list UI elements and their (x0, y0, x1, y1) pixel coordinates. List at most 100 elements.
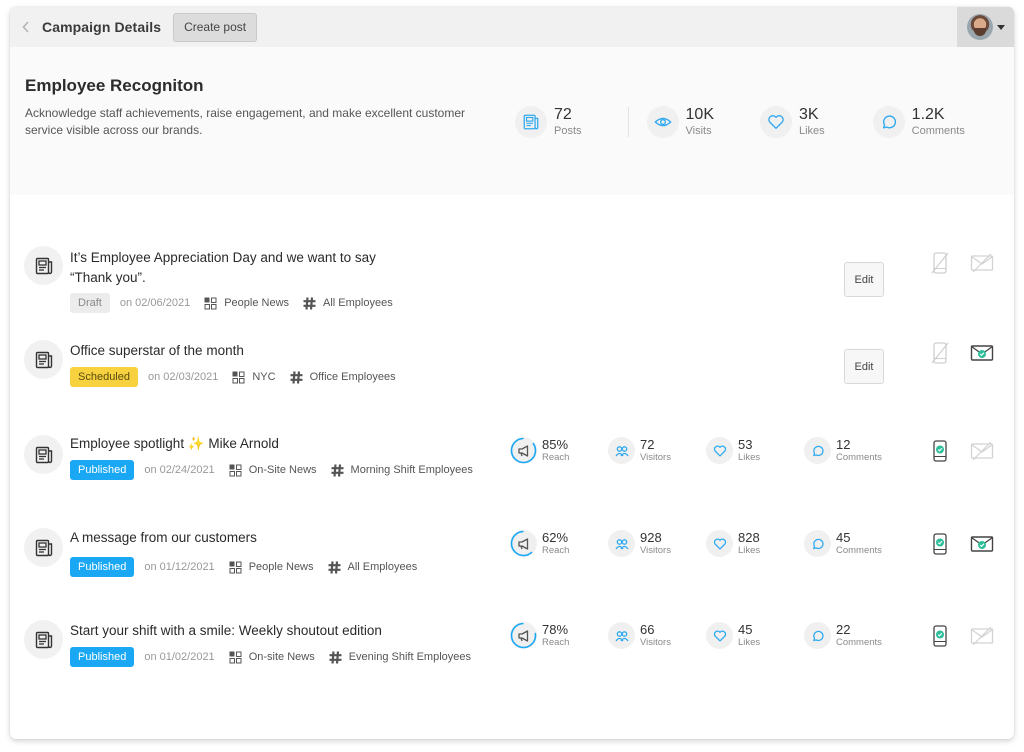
mobile-sent-icon[interactable] (928, 439, 952, 463)
post-audience: Evening Shift Employees (348, 651, 472, 663)
post-audience: Office Employees (309, 371, 396, 383)
status-badge: Published (70, 557, 135, 577)
reach-label: Reach (542, 637, 570, 648)
post-category: People News (224, 297, 290, 309)
post-metrics: 62% Reach 928 Visitors 828 Likes 45 Comments (510, 530, 902, 557)
visitors-label: Visitors (640, 545, 671, 556)
visitors-icon (614, 629, 629, 643)
comments-value: 22 (836, 622, 851, 637)
post-meta: Published on 01/12/2021 People News All … (70, 557, 417, 577)
visitors-value: 928 (640, 530, 662, 545)
visitors-label: Visitors (640, 637, 671, 648)
newspaper-icon (34, 256, 54, 276)
post-title[interactable]: Office superstar of the month (70, 341, 244, 361)
likes-label: Likes (738, 452, 761, 463)
reach-label: Reach (542, 545, 570, 556)
comments-value: 45 (836, 530, 851, 545)
campaign-description: Acknowledge staff achievements, raise en… (25, 106, 466, 137)
mobile-disabled-icon[interactable] (928, 251, 952, 275)
mobile-sent-icon[interactable] (928, 532, 952, 556)
create-post-button[interactable]: Create post (173, 12, 258, 42)
post-metrics: 78% Reach 66 Visitors 45 Likes 22 Comments (510, 622, 902, 649)
comments-label: Comments (836, 545, 882, 556)
caret-down-icon (996, 24, 1005, 30)
status-badge: Published (70, 460, 135, 480)
stat-label: Comments (911, 125, 965, 137)
campaign-header: Employee Recogniton Acknowledge staff ac… (10, 47, 1014, 195)
profile-menu[interactable] (957, 7, 1014, 47)
metric-comments: 22 Comments (804, 622, 902, 649)
stat-value: 1.2K (911, 106, 945, 123)
metric-comments: 12 Comments (804, 437, 902, 464)
likes-value: 45 (738, 622, 753, 637)
status-badge: Draft (70, 293, 110, 313)
email-sent-icon[interactable] (970, 532, 994, 556)
comment-icon (811, 537, 825, 551)
email-disabled-icon[interactable] (970, 624, 994, 648)
metric-likes: 53 Likes (706, 437, 804, 464)
mobile-sent-icon[interactable] (928, 624, 952, 648)
post-category: NYC (252, 371, 276, 383)
reach-value: 78% (542, 622, 569, 637)
post-title[interactable]: A message from our customers (70, 528, 257, 548)
post-category: On-Site News (248, 464, 317, 476)
visitors-value: 72 (640, 437, 655, 452)
heart-icon (713, 444, 727, 458)
edit-button[interactable]: Edit (844, 262, 884, 297)
newspaper-icon (523, 114, 539, 130)
stat-label: Likes (798, 125, 825, 137)
reach-value: 62% (542, 530, 569, 545)
post-date: on 01/02/2021 (144, 651, 215, 663)
metric-visitors: 66 Visitors (608, 622, 706, 649)
post-date: on 02/24/2021 (144, 464, 215, 476)
campaign-title: Employee Recogniton (25, 76, 204, 95)
hashtag-icon (328, 560, 341, 574)
metric-visitors: 928 Visitors (608, 530, 706, 557)
reach-progress-ring (510, 437, 537, 464)
post-date: on 01/12/2021 (144, 561, 215, 573)
post-title[interactable]: Employee spotlight ✨ Mike Arnold (70, 434, 279, 454)
stat-value: 3K (798, 106, 819, 123)
avatar (966, 14, 993, 40)
metric-likes: 45 Likes (706, 622, 804, 649)
metric-reach: 85% Reach (510, 437, 608, 464)
chevron-left-icon (22, 21, 29, 33)
post-meta: Published on 02/24/2021 On-Site News Mor… (70, 460, 473, 480)
status-badge: Published (70, 647, 135, 667)
campaign-stats: 72 Posts 10K Visits 3K Likes 1.2K Commen… (515, 106, 965, 138)
likes-value: 828 (738, 530, 760, 545)
hashtag-icon (303, 296, 316, 310)
comments-label: Comments (836, 452, 882, 463)
post-title[interactable]: Start your shift with a smile: Weekly sh… (70, 621, 382, 641)
post-meta: Scheduled on 02/03/2021 NYC Office Emplo… (70, 367, 396, 387)
back-button[interactable] (14, 7, 38, 47)
metric-visitors: 72 Visitors (608, 437, 706, 464)
category-icon (229, 651, 242, 664)
post-date: on 02/06/2021 (119, 297, 191, 309)
hashtag-icon (329, 650, 342, 664)
post-avatar (24, 620, 63, 659)
page-title: Campaign Details (42, 19, 162, 35)
post-audience: All Employees (347, 561, 418, 573)
category-icon (204, 297, 217, 310)
email-disabled-icon[interactable] (970, 251, 994, 275)
stat-comments: 1.2K Comments (872, 106, 965, 138)
email-sent-icon[interactable] (970, 341, 994, 365)
edit-button[interactable]: Edit (844, 349, 884, 384)
post-title[interactable]: It’s Employee Appreciation Day and we wa… (70, 248, 376, 288)
category-icon (229, 561, 242, 574)
hashtag-icon (290, 370, 303, 384)
comment-icon (882, 115, 896, 129)
post-avatar (24, 528, 63, 567)
stat-visits: 10K Visits (646, 106, 714, 138)
mobile-disabled-icon[interactable] (928, 341, 952, 365)
hashtag-icon (331, 463, 344, 477)
status-badge: Scheduled (70, 367, 138, 387)
post-avatar (24, 340, 63, 379)
post-meta: Published on 01/02/2021 On-site News Eve… (70, 647, 471, 667)
likes-value: 53 (738, 437, 753, 452)
email-disabled-icon[interactable] (970, 439, 994, 463)
top-bar: Campaign Details Create post (10, 7, 1014, 47)
comments-value: 12 (836, 437, 851, 452)
category-icon (229, 464, 242, 477)
